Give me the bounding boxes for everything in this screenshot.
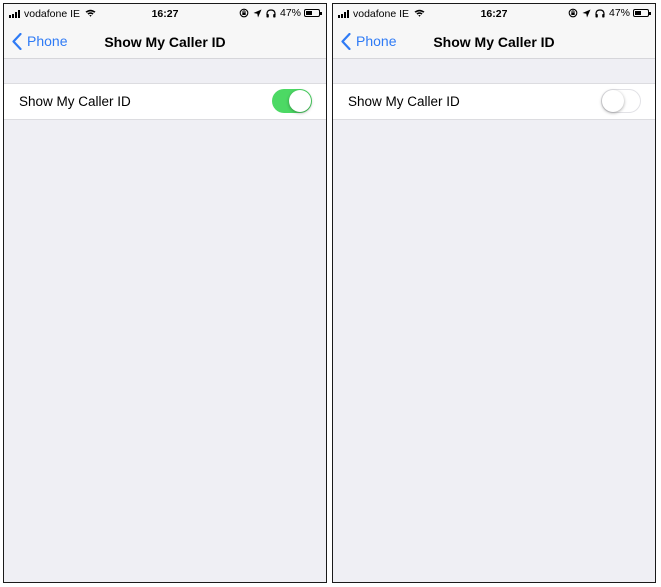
- show-caller-id-row: Show My Caller ID: [4, 83, 326, 120]
- show-caller-id-toggle[interactable]: [601, 89, 641, 113]
- page-title: Show My Caller ID: [433, 34, 555, 50]
- phone-screen-right: vodafone IE 16:27 47% Phone Show My Call…: [332, 3, 656, 583]
- phone-screen-left: vodafone IE 16:27 47% Phone Show My Call…: [3, 3, 327, 583]
- show-caller-id-row: Show My Caller ID: [333, 83, 655, 120]
- battery-percentage: 47%: [279, 7, 301, 19]
- status-bar: vodafone IE 16:27 47%: [4, 4, 326, 24]
- battery-icon: [633, 9, 651, 17]
- orientation-lock-icon: [568, 8, 578, 18]
- location-icon: [253, 9, 262, 18]
- toggle-knob: [289, 90, 311, 112]
- battery-percentage: 47%: [608, 7, 630, 19]
- show-caller-id-label: Show My Caller ID: [19, 94, 131, 109]
- navigation-bar: Phone Show My Caller ID: [4, 24, 326, 59]
- page-title: Show My Caller ID: [104, 34, 226, 50]
- status-bar: vodafone IE 16:27 47%: [333, 4, 655, 24]
- headphones-icon: [595, 8, 605, 18]
- show-caller-id-label: Show My Caller ID: [348, 94, 460, 109]
- battery-icon: [304, 9, 322, 17]
- navigation-bar: Phone Show My Caller ID: [333, 24, 655, 59]
- toggle-knob: [602, 90, 624, 112]
- show-caller-id-toggle[interactable]: [272, 89, 312, 113]
- headphones-icon: [266, 8, 276, 18]
- location-icon: [582, 9, 591, 18]
- orientation-lock-icon: [239, 8, 249, 18]
